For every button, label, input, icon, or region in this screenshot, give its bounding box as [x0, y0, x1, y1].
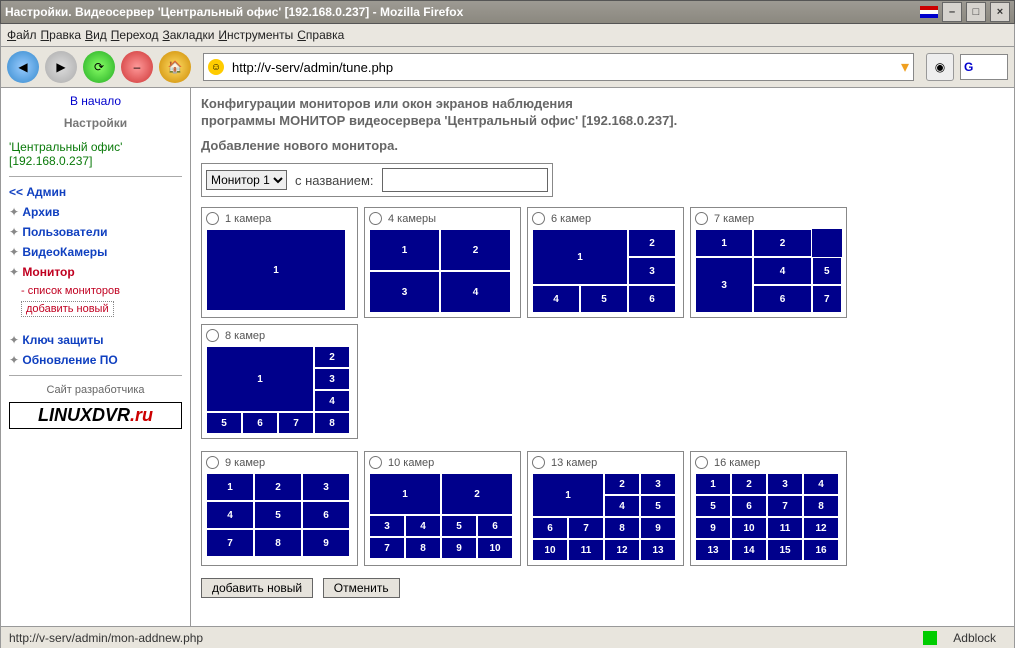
linuxdvr-logo[interactable]: LINUXDVR.ru [9, 402, 182, 429]
layout-label: 7 камер [714, 213, 754, 225]
back-button[interactable]: ◀ [7, 51, 39, 83]
layout-option[interactable]: 10 камер12345678910 [364, 451, 521, 566]
sidebar-item[interactable]: ✦ ВидеоКамеры [9, 245, 182, 259]
layout-option[interactable]: 8 камер12345678 [201, 324, 358, 439]
layout-radio[interactable] [369, 456, 382, 469]
layout-radio[interactable] [532, 456, 545, 469]
layout-radio[interactable] [369, 212, 382, 225]
forward-button[interactable]: ▶ [45, 51, 77, 83]
monitor-form: Монитор 1 с названием: [201, 163, 553, 197]
developer-link-label: Сайт разработчика [9, 384, 182, 396]
sidebar: В начало Настройки 'Центральный офис' [1… [1, 88, 191, 626]
layout-label: 1 камера [225, 213, 271, 225]
layout-grid: 1 камера14 камеры12346 камер1234567 каме… [201, 207, 1004, 566]
favicon-icon: ☺ [208, 59, 224, 75]
menubar: Файл ПравкаВид ПереходЗакладки Инструменты С… [0, 24, 1015, 47]
search-box[interactable]: G [960, 54, 1008, 80]
search-engine-icon: G [964, 60, 973, 74]
layout-option[interactable]: 16 камер12345678910111213141516 [690, 451, 847, 566]
maximize-button[interactable]: □ [966, 2, 986, 22]
toolbar: ◀ ▶ ⟳ – 🏠 ☺ ▾ ◉ G [0, 47, 1015, 88]
url-input[interactable] [230, 59, 897, 76]
layout-label: 16 камер [714, 457, 760, 469]
layout-option[interactable]: 4 камеры1234 [364, 207, 521, 318]
sidebar-settings: Настройки [9, 116, 182, 130]
layout-label: 13 камер [551, 457, 597, 469]
menu-Инструменты[interactable]: Инструменты [218, 28, 293, 42]
name-label: с названием: [295, 173, 374, 188]
bookmark-star-icon[interactable]: ▾ [901, 57, 909, 77]
sidebar-item[interactable]: ✦ Ключ защиты [9, 333, 182, 347]
layout-label: 8 камер [225, 330, 265, 342]
home-button[interactable]: 🏠 [159, 51, 191, 83]
status-indicator-icon [923, 631, 937, 645]
sidebar-item[interactable]: ✦ Обновление ПО [9, 353, 182, 367]
close-button[interactable]: × [990, 2, 1010, 22]
stop-button[interactable]: – [121, 51, 153, 83]
sidebar-item[interactable]: ✦ Монитор [9, 265, 182, 279]
layout-label: 10 камер [388, 457, 434, 469]
adblock-label[interactable]: Adblock [953, 631, 996, 645]
layout-label: 6 камер [551, 213, 591, 225]
sidebar-home[interactable]: В начало [70, 94, 121, 108]
titlebar: Настройки. Видеосервер 'Центральный офис… [0, 0, 1015, 24]
statusbar: http://v-serv/admin/mon-addnew.php Adblo… [0, 627, 1015, 648]
layout-option[interactable]: 7 камер1234567 [690, 207, 847, 318]
heading-line-2: программы МОНИТОР видеосервера 'Централь… [201, 113, 1004, 128]
sidebar-item[interactable]: ✦ Пользователи [9, 225, 182, 239]
sidebar-subitem[interactable]: - список мониторов [21, 285, 182, 297]
layout-option[interactable]: 13 камер12345678910111213 [527, 451, 684, 566]
menu-Справка[interactable]: Справка [297, 28, 344, 42]
url-box[interactable]: ☺ ▾ [203, 53, 914, 81]
heading-line-1: Конфигурации мониторов или окон экранов … [201, 96, 1004, 111]
server-ip: [192.168.0.237] [9, 154, 182, 168]
menu-Переход[interactable]: Переход [111, 28, 159, 42]
layout-label: 4 камеры [388, 213, 436, 225]
add-button[interactable]: добавить новый [201, 578, 313, 598]
layout-label: 9 камер [225, 457, 265, 469]
monitor-name-input[interactable] [382, 168, 548, 192]
layout-radio[interactable] [206, 329, 219, 342]
menu-Файл[interactable]: Файл [7, 28, 37, 42]
minimize-button[interactable]: – [942, 2, 962, 22]
heading-line-3: Добавление нового монитора. [201, 138, 1004, 153]
menu-Закладки[interactable]: Закладки [162, 28, 214, 42]
layout-radio[interactable] [206, 212, 219, 225]
admin-link[interactable]: << Админ [9, 185, 182, 199]
layout-option[interactable]: 6 камер123456 [527, 207, 684, 318]
main-panel: Конфигурации мониторов или окон экранов … [191, 88, 1014, 626]
layout-radio[interactable] [206, 456, 219, 469]
layout-radio[interactable] [695, 212, 708, 225]
layout-option[interactable]: 1 камера1 [201, 207, 358, 318]
menu-Правка[interactable]: Правка [41, 28, 82, 42]
reload-button[interactable]: ⟳ [83, 51, 115, 83]
layout-option[interactable]: 9 камер123456789 [201, 451, 358, 566]
sidebar-subitem[interactable]: добавить новый [21, 301, 114, 317]
layout-radio[interactable] [695, 456, 708, 469]
flag-icon [920, 6, 938, 18]
menu-Вид[interactable]: Вид [85, 28, 107, 42]
layout-radio[interactable] [532, 212, 545, 225]
window-title: Настройки. Видеосервер 'Центральный офис… [5, 5, 463, 19]
status-url: http://v-serv/admin/mon-addnew.php [9, 631, 203, 645]
monitor-select[interactable]: Монитор 1 [206, 170, 287, 190]
server-name: 'Центральный офис' [9, 140, 182, 154]
cancel-button[interactable]: Отменить [323, 578, 400, 598]
go-button[interactable]: ◉ [926, 53, 954, 81]
sidebar-item[interactable]: ✦ Архив [9, 205, 182, 219]
